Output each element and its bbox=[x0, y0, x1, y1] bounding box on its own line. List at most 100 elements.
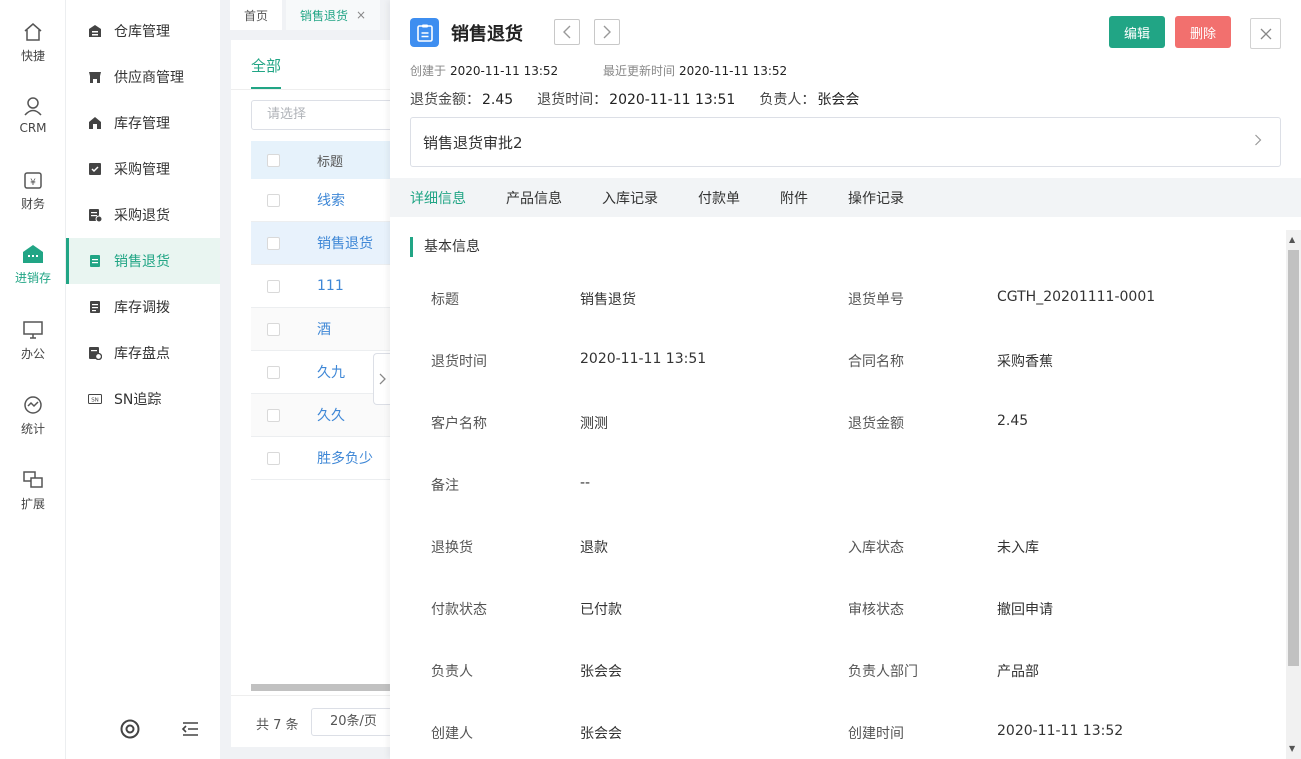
menu-collapse-icon[interactable] bbox=[179, 718, 201, 740]
next-record-button[interactable] bbox=[594, 19, 620, 45]
field-label: 退货时间 bbox=[431, 354, 487, 370]
table-row[interactable]: 久九 bbox=[251, 351, 391, 394]
subnav-item-sales-return[interactable]: 销售退货 bbox=[66, 238, 220, 284]
rail-item-office[interactable]: 办公 bbox=[0, 320, 66, 390]
pagination: 共 7 条 20条/页 bbox=[231, 695, 391, 747]
tab-payments[interactable]: 付款单 bbox=[698, 188, 740, 208]
sn-icon: SN bbox=[88, 394, 102, 404]
rail-item-stats[interactable]: 统计 bbox=[0, 395, 66, 465]
row-title-link[interactable]: 111 bbox=[317, 278, 344, 294]
rail-item-crm[interactable]: CRM bbox=[0, 96, 66, 166]
field-value: 采购香蕉 bbox=[997, 354, 1053, 370]
settings-target-icon[interactable] bbox=[119, 718, 141, 740]
field-label: 创建人 bbox=[431, 726, 473, 742]
row-title-link[interactable]: 线索 bbox=[317, 190, 345, 210]
tab-detail-info[interactable]: 详细信息 bbox=[410, 188, 466, 208]
row-checkbox[interactable] bbox=[267, 236, 280, 250]
subnav-item-supplier[interactable]: 供应商管理 bbox=[66, 54, 220, 100]
close-tab-icon[interactable]: × bbox=[356, 8, 366, 22]
tab-inbound-records[interactable]: 入库记录 bbox=[602, 188, 658, 208]
subnav-label: 采购管理 bbox=[114, 162, 170, 178]
field-value: 未入库 bbox=[997, 540, 1039, 556]
scroll-up-icon[interactable]: ▲ bbox=[1289, 235, 1295, 244]
field-value: 2020-11-11 13:51 bbox=[580, 351, 707, 367]
created-value: 2020-11-11 13:52 bbox=[450, 64, 559, 78]
field-label: 负责人 bbox=[431, 664, 473, 680]
scope-tab-all[interactable]: 全部 bbox=[251, 55, 281, 76]
table-row[interactable]: 酒 bbox=[251, 308, 391, 351]
row-checkbox[interactable] bbox=[267, 451, 280, 465]
horizontal-scrollbar[interactable] bbox=[251, 684, 391, 691]
field-value: 测测 bbox=[580, 416, 608, 432]
rail-item-ext[interactable]: 扩展 bbox=[0, 470, 66, 540]
vertical-scrollbar[interactable]: ▲ ▼ bbox=[1286, 230, 1301, 759]
row-title-link[interactable]: 胜多负少 bbox=[317, 448, 373, 468]
rail-label: 进销存 bbox=[14, 271, 51, 285]
edit-button[interactable]: 编辑 bbox=[1109, 16, 1165, 48]
table-row[interactable]: 久久 bbox=[251, 394, 391, 437]
summary-bar: 退货金额： 2.45 退货时间： 2020-11-11 13:51 负责人： 张会会 bbox=[410, 89, 883, 109]
subnav-item-transfer[interactable]: 库存调拨 bbox=[66, 284, 220, 330]
field-label: 客户名称 bbox=[431, 416, 487, 432]
rail-label: CRM bbox=[19, 121, 47, 135]
approval-flow-card[interactable]: 销售退货审批2 bbox=[410, 117, 1281, 167]
subnav-item-sn[interactable]: SN SN追踪 bbox=[66, 376, 220, 422]
select-all-checkbox[interactable] bbox=[267, 153, 280, 167]
field-label: 合同名称 bbox=[848, 354, 904, 370]
subnav-item-warehouse[interactable]: 仓库管理 bbox=[66, 8, 220, 54]
row-checkbox[interactable] bbox=[267, 322, 280, 336]
total-count: 共 7 条 bbox=[256, 718, 299, 733]
rail-item-finance[interactable]: ¥ 财务 bbox=[0, 170, 66, 240]
subnav-item-stocktake[interactable]: 库存盘点 bbox=[66, 330, 220, 376]
field-value: 2020-11-11 13:52 bbox=[997, 723, 1124, 739]
scrollbar-thumb[interactable] bbox=[1288, 250, 1299, 666]
detail-tabs: 详细信息 产品信息 入库记录 付款单 附件 操作记录 bbox=[390, 178, 1301, 217]
table-row[interactable]: 胜多负少 bbox=[251, 437, 391, 480]
tab-attachments[interactable]: 附件 bbox=[780, 188, 808, 208]
row-title-link[interactable]: 酒 bbox=[317, 319, 331, 339]
row-title-link[interactable]: 久久 bbox=[317, 405, 345, 425]
row-checkbox[interactable] bbox=[267, 408, 280, 422]
row-checkbox[interactable] bbox=[267, 193, 280, 207]
row-title-link[interactable]: 久九 bbox=[317, 362, 345, 382]
table-row[interactable]: 销售退货 bbox=[251, 222, 391, 265]
page-tab-home[interactable]: 首页 bbox=[230, 0, 283, 30]
tab-product-info[interactable]: 产品信息 bbox=[506, 188, 562, 208]
rail-item-quick[interactable]: 快捷 bbox=[0, 22, 66, 92]
rail-item-inventory[interactable]: 进销存 bbox=[0, 244, 66, 314]
supplier-icon bbox=[89, 72, 101, 83]
row-title-link[interactable]: 销售退货 bbox=[317, 233, 373, 253]
subnav-item-stock[interactable]: 库存管理 bbox=[66, 100, 220, 146]
summary-return-time: 退货时间： 2020-11-11 13:51 bbox=[537, 89, 735, 109]
rail-label: 办公 bbox=[20, 347, 45, 361]
rail-label: 统计 bbox=[20, 422, 45, 436]
scroll-down-icon[interactable]: ▼ bbox=[1289, 744, 1295, 753]
table-row[interactable]: 线索 bbox=[251, 179, 391, 222]
close-icon bbox=[1260, 28, 1271, 39]
summary-value: 2020-11-11 13:51 bbox=[609, 92, 736, 108]
subnav-item-purchase-return[interactable]: 采购退货 bbox=[66, 192, 220, 238]
approval-name: 销售退货审批2 bbox=[423, 133, 523, 152]
prev-record-button[interactable] bbox=[554, 19, 580, 45]
table-row[interactable]: 111 bbox=[251, 265, 391, 308]
column-title: 标题 bbox=[317, 154, 344, 170]
field-label: 付款状态 bbox=[431, 602, 487, 618]
row-checkbox[interactable] bbox=[267, 279, 280, 293]
tab-operation-log[interactable]: 操作记录 bbox=[848, 188, 904, 208]
field-value: 撤回申请 bbox=[997, 602, 1053, 618]
home-icon bbox=[24, 23, 42, 41]
row-checkbox[interactable] bbox=[267, 365, 280, 379]
delete-button[interactable]: 删除 bbox=[1175, 16, 1231, 48]
sales-return-icon bbox=[90, 255, 100, 267]
filter-select[interactable]: 请选择 bbox=[251, 100, 391, 130]
close-drawer-button[interactable] bbox=[1250, 18, 1281, 49]
chevron-right-icon bbox=[603, 25, 611, 39]
subnav-label: 库存管理 bbox=[114, 116, 170, 132]
field-label: 退货金额 bbox=[848, 416, 904, 432]
subnav-item-purchase[interactable]: 采购管理 bbox=[66, 146, 220, 192]
page-size-select[interactable]: 20条/页 bbox=[311, 708, 391, 736]
drawer-collapse-handle[interactable] bbox=[373, 353, 390, 405]
svg-text:SN: SN bbox=[91, 398, 99, 404]
subnav-label: 采购退货 bbox=[114, 208, 170, 224]
page-tab-sales-return[interactable]: 销售退货 × bbox=[286, 0, 381, 30]
